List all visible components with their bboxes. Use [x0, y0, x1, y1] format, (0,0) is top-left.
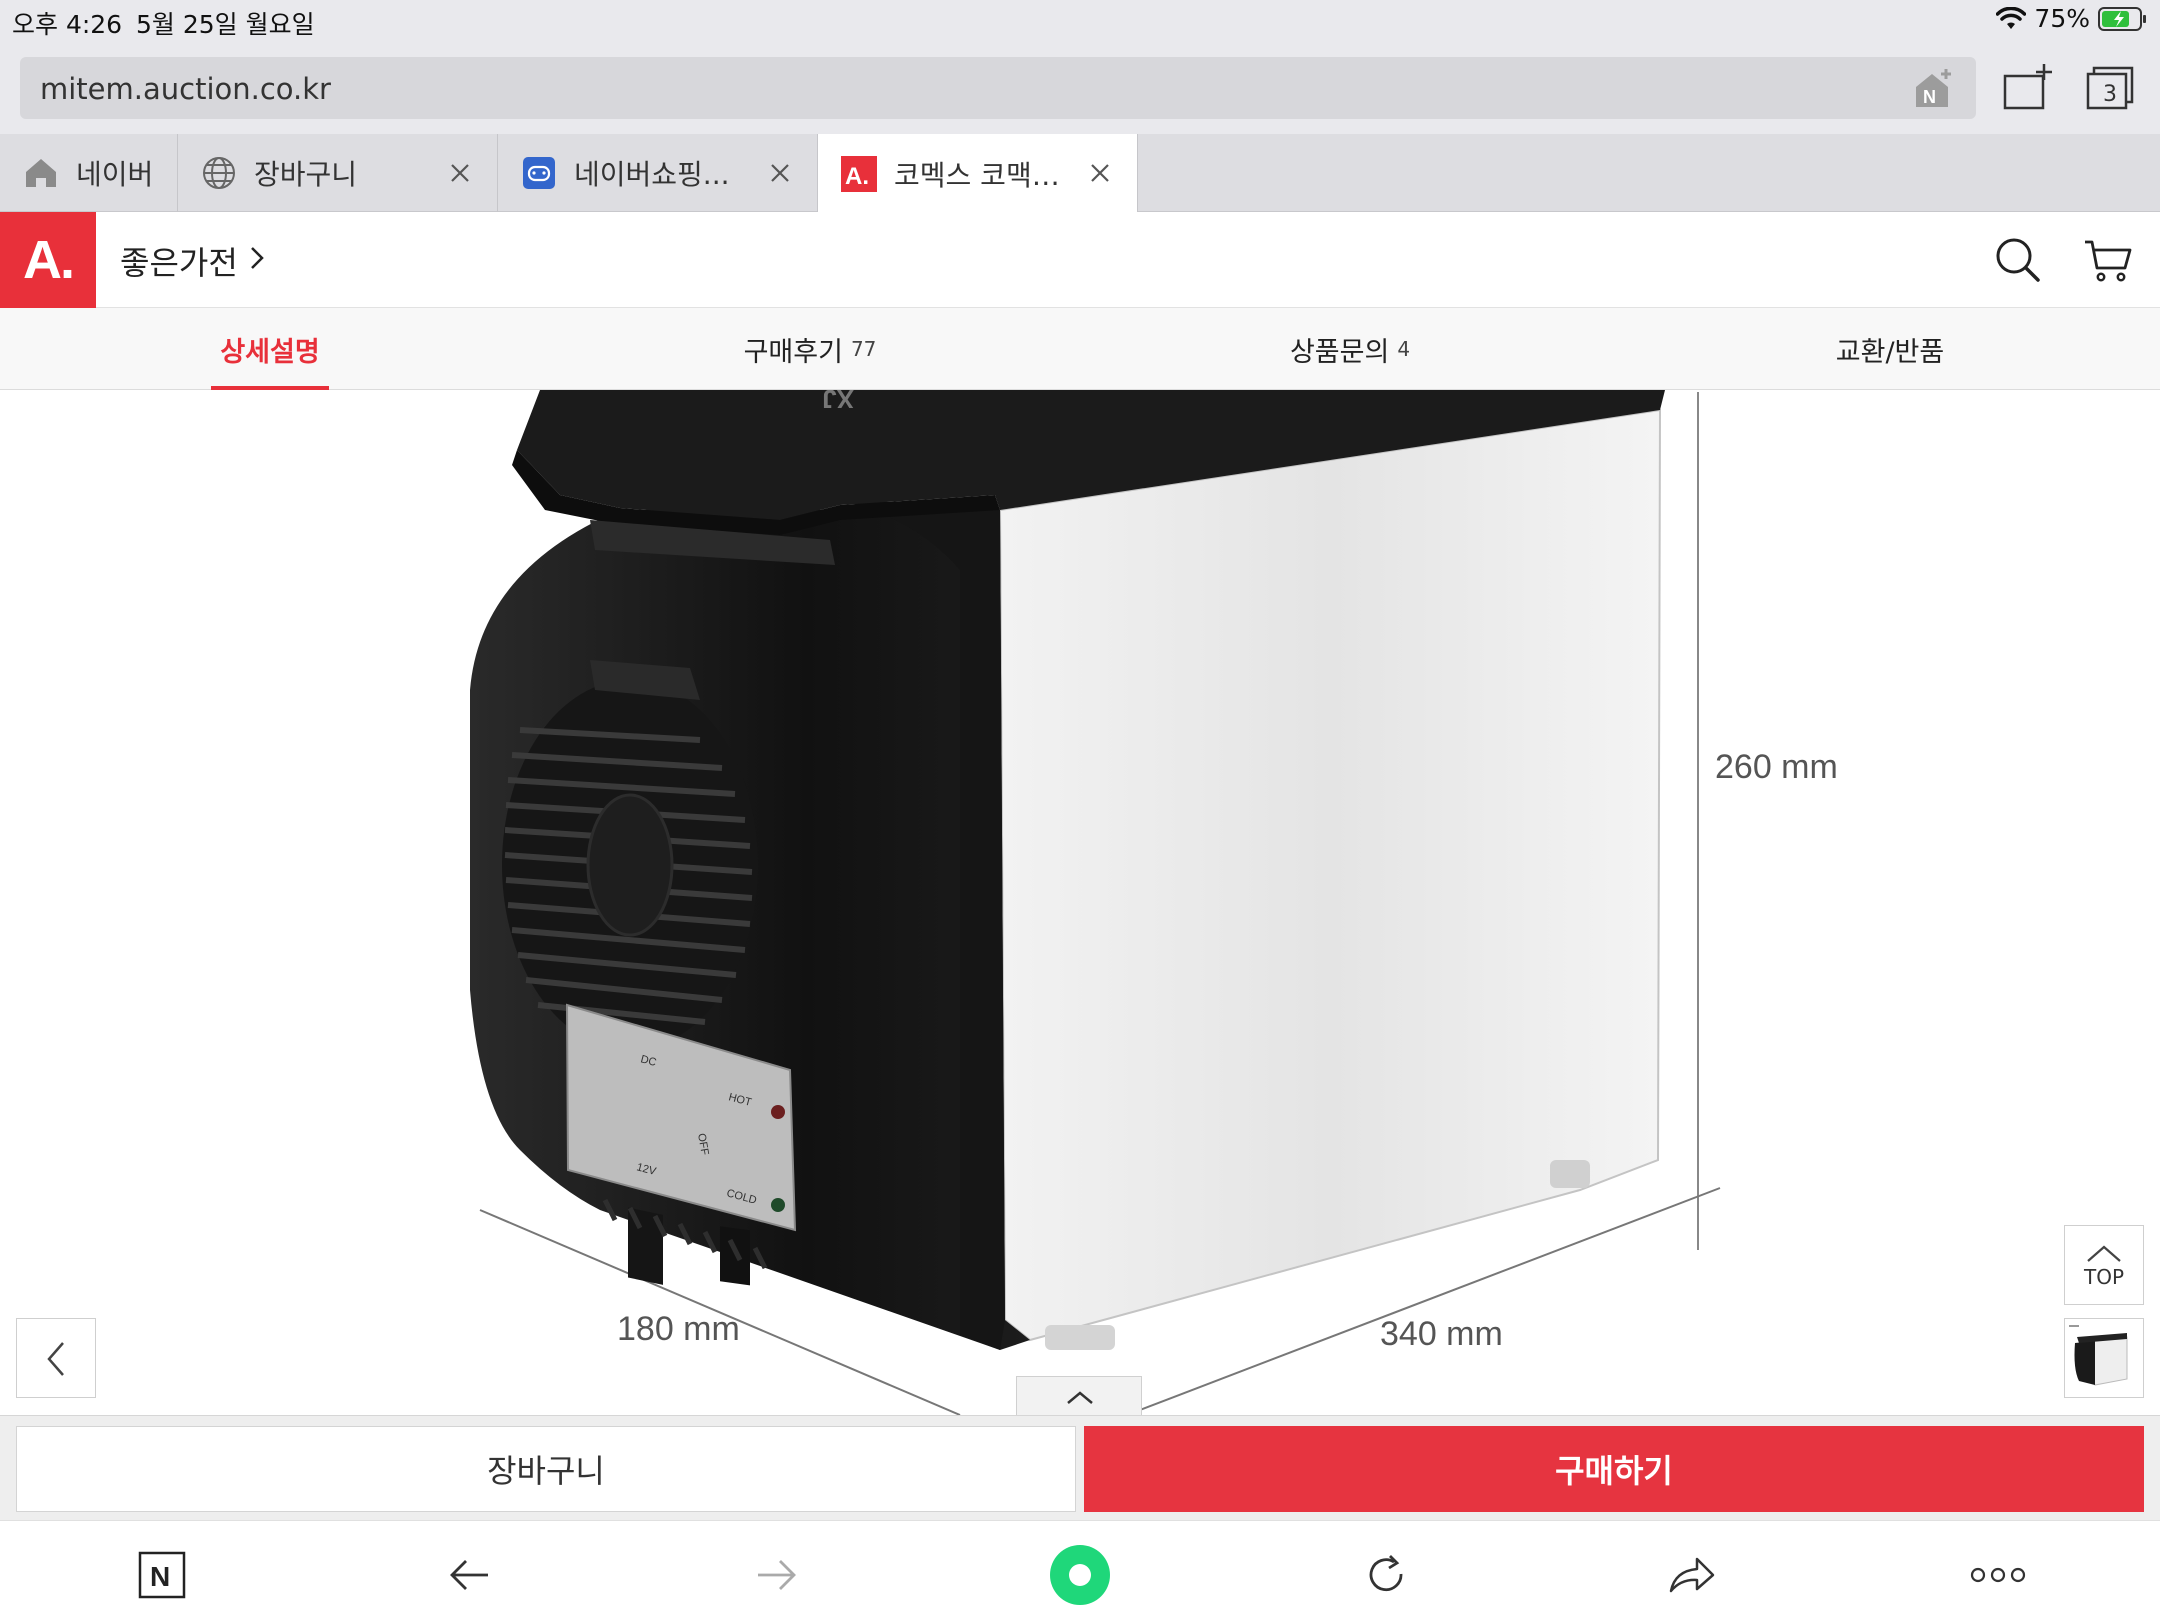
purchase-bar: 장바구니 구매하기: [0, 1415, 2160, 1520]
height-dimension-label: 260 mm: [1715, 748, 1838, 786]
tab-count: 3: [2103, 82, 2117, 107]
chevron-up-icon: [2087, 1245, 2121, 1262]
top-label: TOP: [2083, 1265, 2125, 1289]
url-text[interactable]: mitem.auction.co.kr: [40, 72, 331, 106]
arrow-right-icon: [758, 1560, 796, 1590]
product-image: XJ DC 12V HOT OFF COLD 260 mm 180 mm 340…: [0, 390, 2160, 1415]
svg-text:XJ: XJ: [822, 390, 854, 414]
add-to-cart-button[interactable]: 장바구니: [16, 1426, 1076, 1512]
add-to-home-icon[interactable]: N: [1912, 67, 1956, 111]
svg-text:N: N: [150, 1561, 170, 1592]
question-count: 4: [1397, 337, 1411, 361]
tab-cart[interactable]: 장바구니: [178, 134, 498, 212]
product-thumbnail-button[interactable]: [2064, 1318, 2144, 1398]
tab-naver[interactable]: 네이버: [0, 134, 178, 212]
category-link[interactable]: 좋은가전: [120, 238, 266, 284]
status-date: 5월 25일 월요일: [136, 10, 315, 39]
green-circle-icon: [1050, 1545, 1110, 1605]
home-icon: [22, 154, 60, 192]
tab-exchange-label: 교환/반품: [1835, 336, 1945, 368]
auction-logo-icon: A.: [840, 155, 878, 193]
category-label: 좋은가전: [120, 244, 238, 282]
chevron-right-icon: [248, 242, 266, 280]
close-tab-icon[interactable]: [441, 154, 479, 192]
chevron-left-icon: [47, 1342, 64, 1376]
more-button[interactable]: [1966, 1543, 2030, 1607]
tab-questions[interactable]: 상품문의 4: [1080, 308, 1620, 390]
status-time: 오후 4:26: [12, 10, 123, 39]
address-row: mitem.auction.co.kr N 3: [0, 40, 2160, 134]
close-tab-icon[interactable]: [1081, 154, 1119, 192]
new-tab-button[interactable]: [2000, 62, 2056, 114]
tab-label: 네이버: [76, 158, 154, 191]
tab-naver-shopping[interactable]: 네이버쇼핑...: [498, 134, 818, 212]
tab-label: 네이버쇼핑...: [574, 158, 730, 191]
search-button[interactable]: [1992, 234, 2044, 286]
close-tab-icon[interactable]: [761, 154, 799, 192]
more-dots-icon: [1970, 1567, 2026, 1583]
refresh-icon: [1369, 1555, 1403, 1592]
browser-toolbar: N: [0, 1520, 2160, 1620]
battery-percent: 75%: [2034, 4, 2090, 33]
product-thumbnail: [2069, 1325, 2128, 1386]
svg-text:A.: A.: [845, 163, 869, 190]
globe-icon: [200, 154, 238, 192]
forward-button[interactable]: [744, 1543, 808, 1607]
status-bar: 오후 4:26 5월 25일 월요일 75%: [0, 0, 2160, 40]
tab-switcher-button[interactable]: 3: [2082, 62, 2138, 114]
search-icon: [1996, 238, 2040, 282]
cart-button[interactable]: [2082, 234, 2134, 286]
share-button[interactable]: [1660, 1543, 1724, 1607]
scroll-top-button[interactable]: TOP: [2064, 1225, 2144, 1305]
naver-home-button[interactable]: N: [130, 1543, 194, 1607]
back-button[interactable]: [438, 1543, 502, 1607]
tab-detail-label: 상세설명: [220, 336, 320, 368]
gamepad-icon: [520, 154, 558, 192]
status-right: 75%: [1996, 4, 2148, 33]
tab-reviews-label: 구매후기: [743, 336, 843, 368]
width-dimension-label: 340 mm: [1380, 1315, 1503, 1353]
depth-dimension-label: 180 mm: [617, 1310, 740, 1348]
tab-label: 코멕스 코맥…: [894, 158, 1060, 192]
tab-detail[interactable]: 상세설명: [0, 308, 540, 390]
url-bar[interactable]: mitem.auction.co.kr N: [20, 57, 1976, 119]
tab-reviews[interactable]: 구매후기 77: [540, 308, 1080, 390]
battery-icon: [2098, 6, 2148, 32]
tab-label: 장바구니: [254, 158, 358, 191]
naver-n-icon: N: [138, 1551, 186, 1599]
expand-handle[interactable]: [1016, 1376, 1142, 1416]
buy-now-label: 구매하기: [1555, 1452, 1673, 1490]
section-tabs: 상세설명 구매후기 77 상품문의 4 교환/반품: [0, 308, 2160, 390]
tab-strip: 네이버 장바구니 네이버쇼핑... A. 코멕스 코맥…: [0, 134, 2160, 214]
arrow-left-icon: [450, 1560, 488, 1590]
review-count: 77: [850, 337, 877, 361]
new-tab-icon: [2003, 64, 2052, 110]
green-dot-button[interactable]: [1048, 1543, 1112, 1607]
chevron-up-icon: [1067, 1391, 1093, 1404]
auction-logo[interactable]: A.: [0, 212, 96, 308]
share-icon: [1669, 1557, 1715, 1593]
previous-button[interactable]: [16, 1318, 96, 1398]
tab-comax[interactable]: A. 코멕스 코맥…: [818, 134, 1247, 214]
refresh-button[interactable]: [1354, 1543, 1418, 1607]
add-to-cart-label: 장바구니: [487, 1452, 605, 1490]
wifi-icon: [1996, 6, 2027, 31]
site-header: A. 좋은가전: [0, 212, 2160, 308]
tab-questions-label: 상품문의: [1289, 336, 1390, 368]
cart-icon: [2085, 240, 2132, 282]
tab-exchange-return[interactable]: 교환/반품: [1620, 308, 2160, 390]
buy-now-button[interactable]: 구매하기: [1084, 1426, 2144, 1512]
svg-text:N: N: [1923, 87, 1936, 107]
cooler-illustration: XJ DC 12V HOT OFF COLD 260 mm 180 mm 340…: [470, 390, 1838, 1415]
